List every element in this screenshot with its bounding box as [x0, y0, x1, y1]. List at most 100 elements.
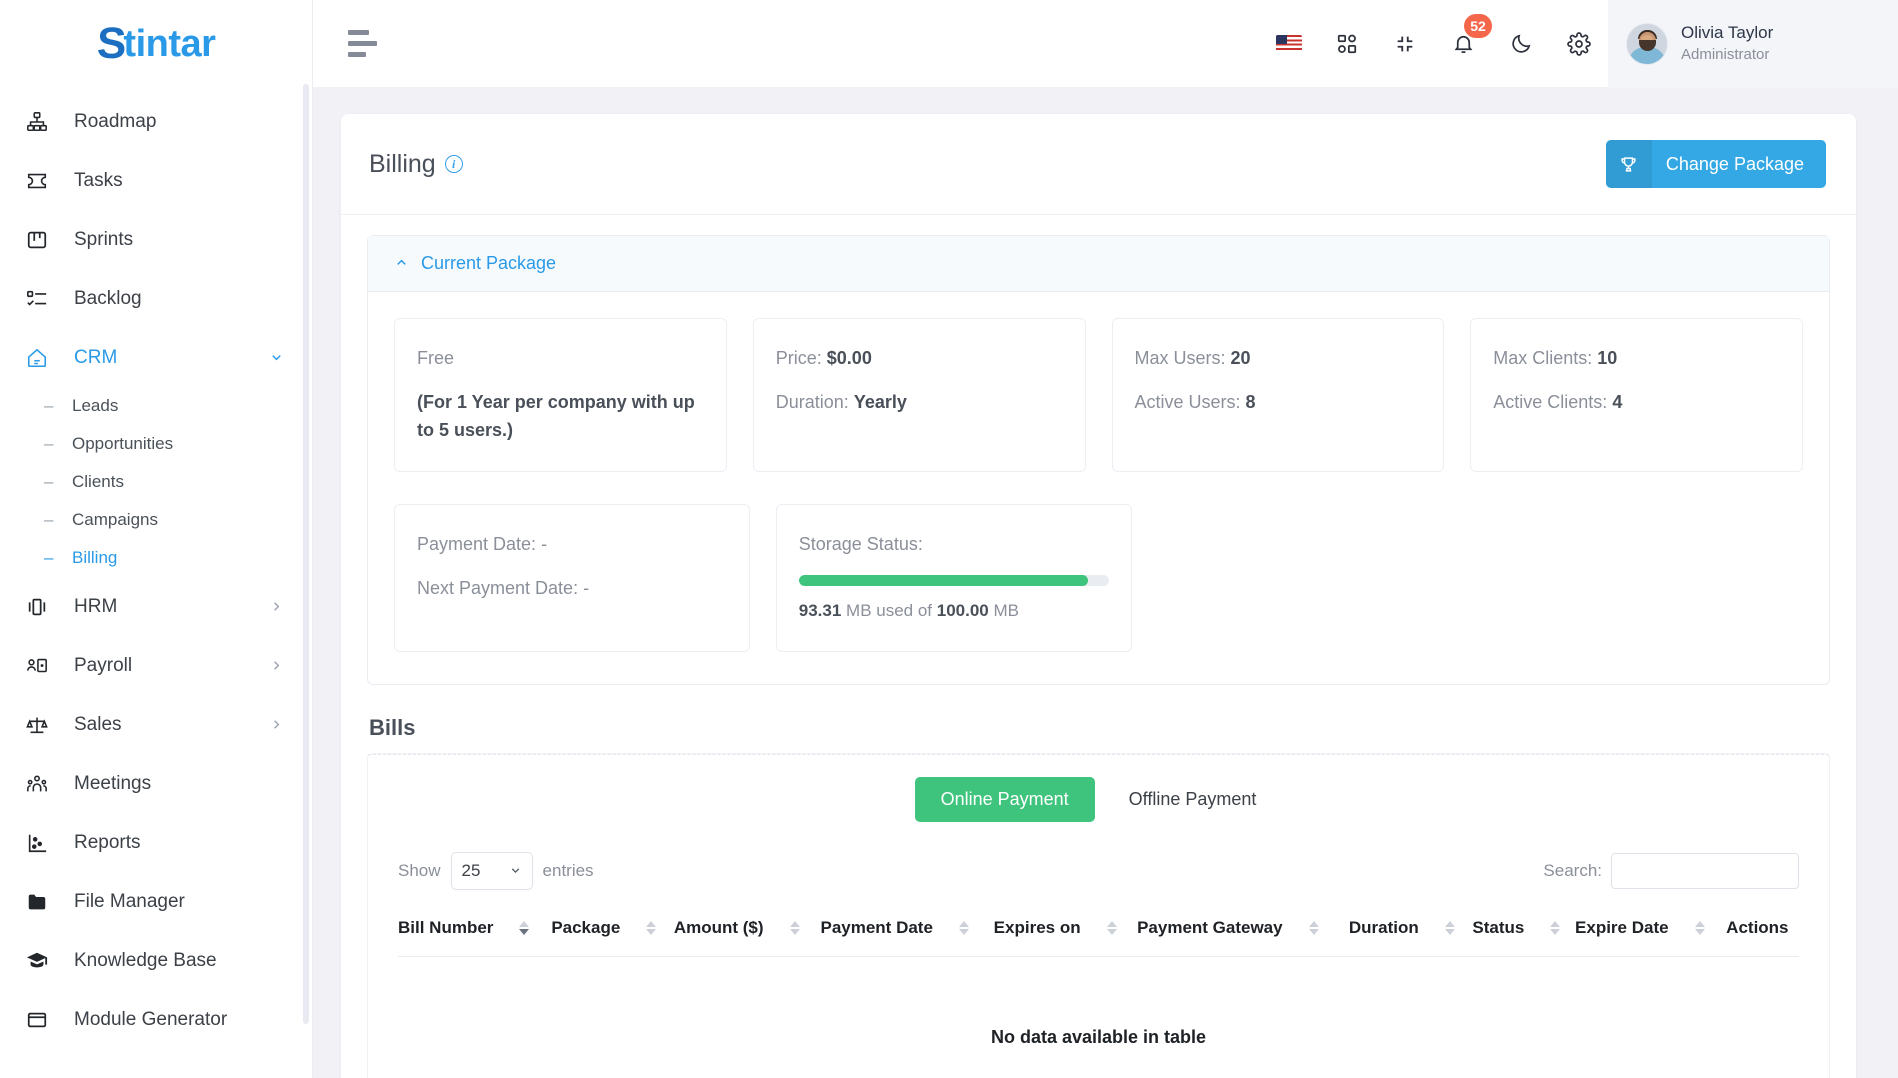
page-size-select[interactable]: 102550100 — [450, 851, 533, 890]
sidebar-subitem-label: Campaigns — [72, 510, 158, 529]
sidebar-item-roadmap[interactable]: Roadmap — [0, 92, 312, 151]
storage-used-word: used of — [876, 600, 933, 620]
sidebar-item-label: Reports — [74, 831, 141, 853]
sidebar-item-sprints[interactable]: Sprints — [0, 210, 312, 269]
sidebar-item-campaigns[interactable]: – Campaigns — [0, 501, 312, 539]
col-status[interactable]: Status — [1472, 901, 1576, 957]
col-payment-date[interactable]: Payment Date — [820, 901, 994, 957]
tile-plan: Free (For 1 Year per company with up to … — [394, 318, 727, 472]
collapse-fullscreen-icon[interactable] — [1376, 0, 1434, 88]
main-area: 52 Olivia Taylor Administrator Billing i… — [313, 0, 1898, 1078]
sidebar-item-payroll[interactable]: Payroll — [0, 636, 312, 695]
people-icon — [26, 772, 56, 796]
column-label: Duration — [1348, 917, 1419, 937]
storage-usage-text: 93.31 MB used of 100.00 MB — [799, 598, 1109, 624]
sidebar-item-sales[interactable]: Sales — [0, 695, 312, 754]
sidebar-subitem-label: Opportunities — [72, 434, 174, 453]
active-clients-label: Active Clients: — [1493, 391, 1608, 412]
dash-bullet-icon: – — [44, 548, 54, 567]
sort-icon — [1550, 920, 1561, 935]
col-amount[interactable]: Amount ($) — [673, 901, 821, 957]
ticket-icon — [26, 169, 56, 193]
sidebar-item-opportunities[interactable]: – Opportunities — [0, 425, 312, 463]
tab-offline-payment[interactable]: Offline Payment — [1103, 777, 1283, 822]
sidebar-subitem-label: Leads — [72, 396, 119, 415]
bills-table-head: Bill Number Package Amount ($) Payment D… — [398, 901, 1799, 957]
sidebar-item-hrm[interactable]: HRM — [0, 577, 312, 636]
col-expire-date[interactable]: Expire Date — [1575, 901, 1727, 957]
chevron-right-icon — [269, 717, 284, 732]
sidebar-item-label: CRM — [74, 346, 118, 368]
sidebar-item-reports[interactable]: Reports — [0, 813, 312, 872]
col-bill-number[interactable]: Bill Number — [398, 901, 552, 957]
col-duration[interactable]: Duration — [1348, 901, 1473, 957]
storage-used-unit: MB — [846, 600, 872, 620]
current-package-label: Current Package — [421, 253, 557, 273]
bills-section: Bills — [341, 715, 1856, 741]
search-control: Search: — [1543, 852, 1799, 889]
chevron-up-icon — [394, 255, 409, 272]
scales-icon — [26, 713, 56, 737]
package-tiles-row-1: Free (For 1 Year per company with up to … — [368, 292, 1829, 504]
gear-icon[interactable] — [1550, 0, 1608, 88]
us-flag-icon[interactable] — [1260, 0, 1318, 88]
brand-logo[interactable]: Stintar — [0, 0, 312, 88]
sidebar-item-file-manager[interactable]: File Manager — [0, 872, 312, 931]
sidebar-item-crm[interactable]: CRM — [0, 328, 312, 387]
module-icon — [26, 1008, 56, 1032]
bills-panel: Online Payment Offline Payment Show 1025… — [367, 752, 1830, 1078]
topbar-actions: 52 Olivia Taylor Administrator — [1260, 0, 1898, 88]
sidebar: Stintar Roadmap Tasks Sprints Backlog CR… — [0, 0, 313, 1078]
sidebar-nav: Roadmap Tasks Sprints Backlog CRM – Lead… — [0, 88, 312, 1049]
sidebar-item-module-generator[interactable]: Module Generator — [0, 990, 312, 1049]
empty-state-row: No data available in table — [398, 956, 1799, 1078]
current-package-toggle[interactable]: Current Package — [368, 236, 1829, 292]
sidebar-item-label: Roadmap — [74, 110, 157, 132]
col-package[interactable]: Package — [551, 901, 674, 957]
sidebar-item-backlog[interactable]: Backlog — [0, 269, 312, 328]
sidebar-item-label: Meetings — [74, 772, 152, 794]
menu-toggle-icon[interactable] — [348, 30, 378, 57]
page-title: Billing i — [369, 150, 463, 179]
billing-card: Billing i Change Package Current Package… — [341, 114, 1856, 1078]
col-expires-on[interactable]: Expires on — [993, 901, 1138, 957]
folder-icon — [26, 890, 56, 914]
sidebar-item-meetings[interactable]: Meetings — [0, 754, 312, 813]
sidebar-item-knowledge-base[interactable]: Knowledge Base — [0, 931, 312, 990]
tab-online-payment[interactable]: Online Payment — [914, 776, 1095, 822]
bills-heading: Bills — [369, 714, 416, 740]
column-label: Status — [1472, 917, 1525, 937]
bell-icon[interactable]: 52 — [1434, 0, 1492, 88]
info-icon[interactable]: i — [444, 155, 463, 173]
change-package-button[interactable]: Change Package — [1605, 140, 1826, 188]
chevron-right-icon — [269, 658, 284, 673]
graduation-cap-icon — [26, 949, 56, 973]
table-header-row: Bill Number Package Amount ($) Payment D… — [398, 901, 1799, 957]
column-label: Actions — [1726, 917, 1789, 937]
storage-progress-track — [798, 574, 1109, 586]
col-payment-gateway[interactable]: Payment Gateway — [1137, 901, 1349, 957]
column-label: Expire Date — [1575, 917, 1669, 937]
sidebar-item-leads[interactable]: – Leads — [0, 387, 312, 425]
user-role: Administrator — [1681, 45, 1770, 63]
sidebar-scrollbar[interactable] — [303, 84, 309, 1024]
sort-icon — [789, 920, 800, 935]
sort-icon — [1308, 920, 1319, 935]
sidebar-item-billing[interactable]: – Billing — [0, 539, 312, 577]
sidebar-item-clients[interactable]: – Clients — [0, 463, 312, 501]
apps-grid-icon[interactable] — [1318, 0, 1376, 88]
crm-icon — [26, 346, 56, 370]
active-users-label: Active Users: — [1134, 391, 1241, 412]
sort-icon — [1106, 920, 1117, 935]
entries-label: entries — [542, 860, 594, 880]
search-input[interactable] — [1611, 852, 1799, 889]
user-profile-menu[interactable]: Olivia Taylor Administrator — [1608, 0, 1898, 88]
sidebar-item-tasks[interactable]: Tasks — [0, 151, 312, 210]
moon-icon[interactable] — [1492, 0, 1550, 88]
sidebar-item-label: File Manager — [74, 890, 185, 912]
dash-bullet-icon: – — [44, 396, 54, 415]
show-entries-control: Show 102550100 entries — [398, 851, 594, 890]
app-root: Stintar Roadmap Tasks Sprints Backlog CR… — [0, 0, 1898, 1078]
change-package-label: Change Package — [1665, 153, 1804, 174]
sidebar-item-label: Sprints — [74, 228, 134, 250]
